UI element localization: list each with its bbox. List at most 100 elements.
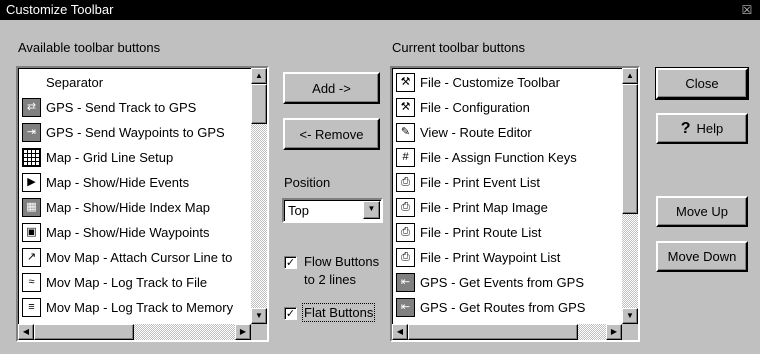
scroll-thumb[interactable]: [251, 84, 267, 124]
current-horizontal-scrollbar[interactable]: ◀ ▶: [392, 324, 622, 340]
scroll-corner: [622, 324, 638, 340]
list-item[interactable]: # File - Assign Function Keys: [394, 145, 620, 170]
title-bar: Customize Toolbar ☒: [0, 0, 760, 20]
list-item[interactable]: ↗ Mov Map - Attach Cursor Line to: [20, 245, 249, 270]
scroll-corner: [251, 324, 267, 340]
window-title: Customize Toolbar: [6, 2, 114, 17]
list-item-label: GPS - Send Waypoints to GPS: [46, 125, 225, 140]
move-down-button[interactable]: Move Down: [656, 241, 748, 272]
toolbar-button-icon: ⇤: [396, 298, 415, 317]
list-item[interactable]: Map - Grid Line Setup: [20, 145, 249, 170]
move-up-button[interactable]: Move Up: [656, 196, 748, 227]
scroll-left-icon[interactable]: ◀: [18, 324, 34, 340]
toolbar-button-icon: ⇥: [22, 123, 41, 142]
toolbar-button-icon: ⇤: [396, 273, 415, 292]
list-item-label: Map - Grid Line Setup: [46, 150, 174, 165]
list-item[interactable]: ✎ View - Route Editor: [394, 120, 620, 145]
list-item[interactable]: ⎙ File - Print Event List: [394, 170, 620, 195]
position-select[interactable]: Top ▼: [282, 198, 383, 223]
check-icon: ✓: [285, 257, 296, 269]
flow-buttons-label[interactable]: Flow Buttons to 2 lines: [304, 253, 379, 289]
list-item-label: File - Print Map Image: [420, 200, 548, 215]
available-horizontal-scrollbar[interactable]: ◀ ▶: [18, 324, 251, 340]
close-icon[interactable]: ☒: [740, 3, 754, 17]
close-button[interactable]: Close: [655, 67, 749, 100]
scroll-down-icon[interactable]: ▼: [251, 308, 267, 324]
list-item[interactable]: ⇥ GPS - Send Waypoints to GPS: [20, 120, 249, 145]
help-button-label: Help: [696, 121, 724, 136]
scroll-up-icon[interactable]: ▲: [251, 68, 267, 84]
toolbar-button-icon: ▦: [22, 198, 41, 217]
toolbar-button-icon: ⎙: [396, 198, 415, 217]
list-item[interactable]: ⎙ File - Print Waypoint List: [394, 245, 620, 270]
current-buttons-list[interactable]: ⚒ File - Customize Toolbar ⚒ File - Configu…: [390, 66, 640, 342]
list-item[interactable]: ⎙ File - Print Map Image: [394, 195, 620, 220]
add-button[interactable]: Add ->: [283, 72, 380, 104]
scroll-thumb[interactable]: [408, 324, 578, 340]
list-item[interactable]: ▦ Map - Show/Hide Index Map: [20, 195, 249, 220]
customize-toolbar-dialog: Customize Toolbar ☒ Available toolbar bu…: [0, 0, 760, 354]
toolbar-button-icon: ⎙: [396, 173, 415, 192]
list-item-label: Map - Show/Hide Waypoints: [46, 225, 210, 240]
list-item-label: File - Configuration: [420, 100, 530, 115]
toolbar-button-icon: #: [396, 148, 415, 167]
list-item-label: Separator: [46, 75, 104, 90]
available-buttons-list[interactable]: Separator ⇄ GPS - Send Track to GPS ⇥ GPS - …: [16, 66, 269, 342]
toolbar-button-icon: ≡: [22, 298, 41, 317]
toolbar-button-icon: ▣: [22, 223, 41, 242]
scroll-up-icon[interactable]: ▲: [622, 68, 638, 84]
remove-button[interactable]: <- Remove: [283, 118, 380, 150]
toolbar-button-icon: ▶: [22, 173, 41, 192]
flow-buttons-label-line-1: Flow Buttons: [304, 254, 380, 269]
scroll-left-icon[interactable]: ◀: [392, 324, 408, 340]
list-item-label: File - Assign Function Keys: [420, 150, 577, 165]
scroll-thumb[interactable]: [622, 84, 638, 214]
list-item[interactable]: ⚒ File - Configuration: [394, 95, 620, 120]
list-item[interactable]: ⚒ File - Customize Toolbar: [394, 70, 620, 95]
list-item[interactable]: ⇄ GPS - Send Track to GPS: [20, 95, 249, 120]
list-item-label: Mov Map - Log Track to Memory: [46, 300, 234, 315]
toolbar-button-icon: ⚒: [396, 98, 415, 117]
toolbar-button-icon: ≈: [22, 273, 41, 292]
list-item-label: GPS - Send Track to GPS: [46, 100, 197, 115]
toolbar-button-icon: ⎙: [396, 223, 415, 242]
help-icon: ?: [680, 119, 691, 137]
current-buttons-label: Current toolbar buttons: [392, 40, 525, 55]
list-item-label: File - Print Event List: [420, 175, 540, 190]
current-vertical-scrollbar[interactable]: ▲ ▼: [622, 68, 638, 324]
toolbar-button-icon: [22, 73, 41, 92]
position-label: Position: [284, 175, 331, 190]
list-item[interactable]: ⇤ GPS - Get Events from GPS: [394, 270, 620, 295]
list-item-label: File - Print Route List: [420, 225, 542, 240]
list-item[interactable]: ▣ Map - Show/Hide Waypoints: [20, 220, 249, 245]
flat-buttons-label[interactable]: Flat Buttons: [301, 303, 376, 322]
list-item[interactable]: ≈ Mov Map - Log Track to File: [20, 270, 249, 295]
list-item[interactable]: Separator: [20, 70, 249, 95]
available-vertical-scrollbar[interactable]: ▲ ▼: [251, 68, 267, 324]
list-item[interactable]: ▶ Map - Show/Hide Events: [20, 170, 249, 195]
chevron-down-icon[interactable]: ▼: [363, 201, 380, 219]
list-item-label: GPS - Get Events from GPS: [420, 275, 584, 290]
toolbar-button-icon: [22, 148, 41, 167]
toolbar-button-icon: ⎙: [396, 248, 415, 267]
list-item-label: File - Print Waypoint List: [420, 250, 561, 265]
list-item[interactable]: ≡ Mov Map - Log Track to Memory: [20, 295, 249, 320]
flow-buttons-checkbox[interactable]: ✓: [284, 256, 297, 269]
list-item-label: Mov Map - Log Track to File: [46, 275, 208, 290]
help-button[interactable]: ? Help: [656, 113, 748, 144]
list-item-label: Mov Map - Attach Cursor Line to: [46, 250, 233, 265]
list-item[interactable]: ⇤ GPS - Get Routes from GPS: [394, 295, 620, 320]
flat-buttons-checkbox[interactable]: ✓: [284, 307, 297, 320]
list-item[interactable]: ⎙ File - Print Route List: [394, 220, 620, 245]
scroll-right-icon[interactable]: ▶: [235, 324, 251, 340]
available-buttons-label: Available toolbar buttons: [18, 40, 161, 55]
toolbar-button-icon: ⚒: [396, 73, 415, 92]
toolbar-button-icon: ↗: [22, 248, 41, 267]
scroll-down-icon[interactable]: ▼: [622, 308, 638, 324]
flow-buttons-label-line-2: to 2 lines: [304, 272, 357, 287]
scroll-thumb[interactable]: [34, 324, 134, 340]
check-icon: ✓: [285, 308, 296, 320]
list-item-label: View - Route Editor: [420, 125, 532, 140]
toolbar-button-icon: ⇄: [22, 98, 41, 117]
scroll-right-icon[interactable]: ▶: [606, 324, 622, 340]
